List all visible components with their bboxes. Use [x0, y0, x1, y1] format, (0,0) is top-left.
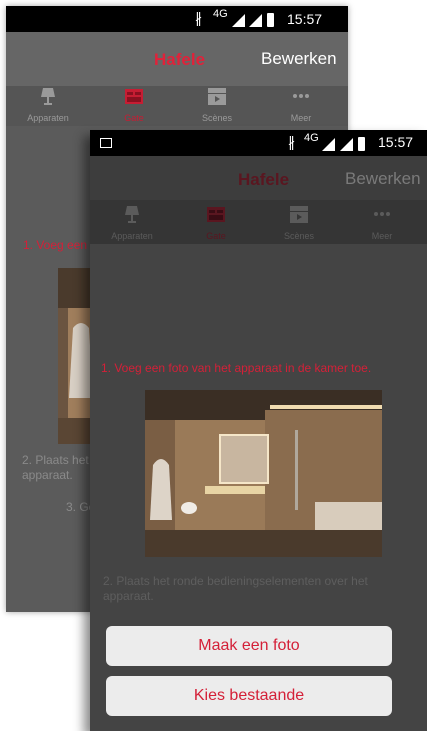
instruction-step-1: 1. Voeg een	[23, 238, 88, 252]
tab-more[interactable]: Meer	[261, 86, 341, 123]
image-icon	[100, 138, 112, 148]
tab-label: Gate	[124, 113, 144, 123]
status-bar: ∦ 4G 15:57	[90, 130, 427, 156]
tab-apparaten[interactable]: Apparaten	[92, 204, 172, 241]
more-dots-icon	[374, 212, 390, 216]
app-header: Hafele Bewerken	[6, 32, 348, 86]
app-header: Hafele Bewerken	[90, 156, 427, 200]
clock: 15:57	[378, 134, 414, 150]
tab-label: Scènes	[201, 113, 233, 123]
tab-more[interactable]: Meer	[342, 204, 422, 241]
take-photo-button[interactable]: Maak een foto	[106, 626, 392, 666]
tab-label: Gate	[206, 231, 226, 241]
instruction-step-2: 2. Plaats het ronde bedieningselementen …	[103, 574, 368, 603]
tab-apparaten[interactable]: Apparaten	[8, 86, 88, 123]
tab-bar: Apparaten Gate Scènes Meer	[6, 86, 348, 126]
tab-label: Scènes	[283, 231, 315, 241]
lamp-icon	[125, 206, 139, 223]
network-label: 4G	[304, 132, 319, 144]
tab-label: Apparaten	[111, 231, 153, 241]
edit-button[interactable]: Bewerken	[261, 49, 337, 69]
photo-source-sheet: Maak een foto Kies bestaande	[90, 614, 427, 731]
tab-gate[interactable]: Gate	[176, 204, 256, 241]
signal-icon	[232, 14, 245, 27]
bluetooth-icon: ∦	[288, 134, 295, 150]
lamp-icon	[41, 88, 55, 105]
tab-label: Meer	[371, 231, 393, 241]
tab-bar: Apparaten Gate Scènes Meer	[90, 200, 427, 244]
foreground-screen: ∦ 4G 15:57 Hafele Bewerken Apparaten Gat…	[90, 130, 427, 731]
network-label: 4G	[213, 8, 228, 20]
edit-button[interactable]: Bewerken	[345, 169, 421, 189]
clock: 15:57	[287, 11, 323, 27]
battery-icon	[358, 137, 365, 151]
tab-scenes[interactable]: Scènes	[259, 204, 339, 241]
battery-icon	[267, 13, 274, 27]
bathroom-photo	[145, 390, 382, 557]
signal-icon	[340, 138, 353, 151]
signal-icon	[249, 14, 262, 27]
gate-icon	[207, 207, 225, 222]
clapperboard-icon	[290, 206, 308, 223]
app-title: Hafele	[154, 50, 206, 69]
instruction-step-1: 1. Voeg een foto van het apparaat in de …	[101, 361, 372, 375]
content-area: 1. Voeg een foto van het apparaat in de …	[90, 244, 427, 731]
tab-label: Apparaten	[27, 113, 69, 123]
app-title: Hafele	[238, 170, 290, 189]
bluetooth-icon: ∦	[195, 10, 202, 26]
more-dots-icon	[293, 94, 309, 98]
status-bar: ∦ 4G 15:57	[6, 6, 348, 32]
tab-gate[interactable]: Gate	[94, 86, 174, 123]
clapperboard-icon	[208, 88, 226, 105]
tab-label: Meer	[290, 113, 312, 123]
gate-icon	[125, 89, 143, 104]
tab-scenes[interactable]: Scènes	[177, 86, 257, 123]
signal-icon	[322, 138, 335, 151]
choose-existing-button[interactable]: Kies bestaande	[106, 676, 392, 716]
